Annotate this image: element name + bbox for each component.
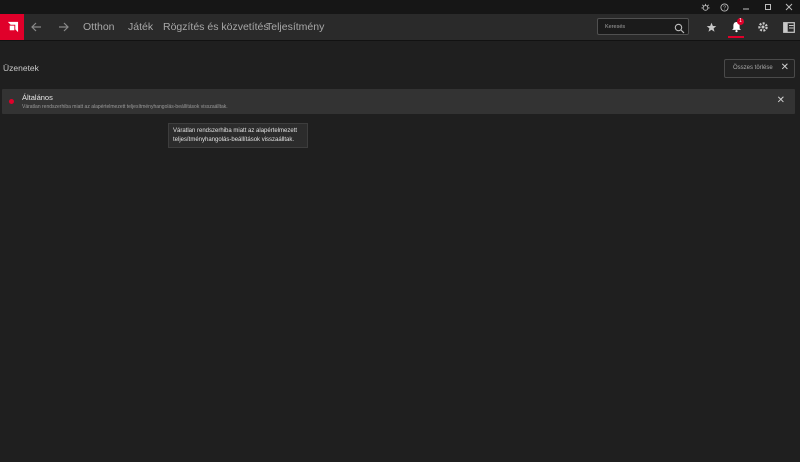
help-icon[interactable]: ? — [713, 0, 735, 14]
notification-title: Általános — [22, 93, 53, 102]
top-navigation: Otthon Játék Rögzítés és közvetítés Telj… — [0, 14, 800, 41]
search-box[interactable] — [597, 18, 689, 35]
notification-item[interactable]: Általános Váratlan rendszerhiba miatt az… — [2, 89, 795, 114]
maximize-icon[interactable] — [757, 0, 779, 14]
active-tab-indicator — [728, 36, 744, 38]
unread-indicator — [9, 99, 14, 104]
gear-icon[interactable] — [752, 14, 774, 40]
window-titlebar: ? — [0, 0, 800, 14]
notifications-button[interactable]: 1 — [725, 14, 747, 40]
search-input[interactable] — [605, 21, 669, 32]
tab-home[interactable]: Otthon — [83, 14, 115, 40]
tab-performance[interactable]: Teljesítmény — [266, 14, 324, 40]
star-icon[interactable] — [700, 14, 722, 40]
tab-record-and-stream[interactable]: Rögzítés és közvetítés — [163, 14, 269, 40]
minimize-icon[interactable] — [735, 0, 757, 14]
search-icon[interactable] — [674, 21, 685, 34]
close-icon: ✕ — [780, 62, 789, 73]
amd-logo-icon[interactable] — [0, 14, 24, 40]
svg-text:?: ? — [723, 5, 726, 11]
layout-icon[interactable] — [778, 14, 800, 40]
dismiss-notification-button[interactable]: ✕ — [777, 95, 785, 106]
close-icon[interactable] — [778, 0, 800, 14]
notification-tooltip: Váratlan rendszerhiba miatt az alapértel… — [168, 123, 308, 148]
clear-all-button[interactable]: Összes törlése ✕ — [724, 59, 795, 78]
clear-all-label: Összes törlése — [733, 65, 773, 71]
arrow-left-icon[interactable] — [27, 14, 45, 40]
notification-body: Váratlan rendszerhiba miatt az alapértel… — [22, 104, 228, 110]
page-title: Üzenetek — [3, 63, 39, 73]
arrow-right-icon[interactable] — [54, 14, 72, 40]
notification-count-badge: 1 — [737, 18, 744, 25]
tab-gaming[interactable]: Játék — [128, 14, 153, 40]
